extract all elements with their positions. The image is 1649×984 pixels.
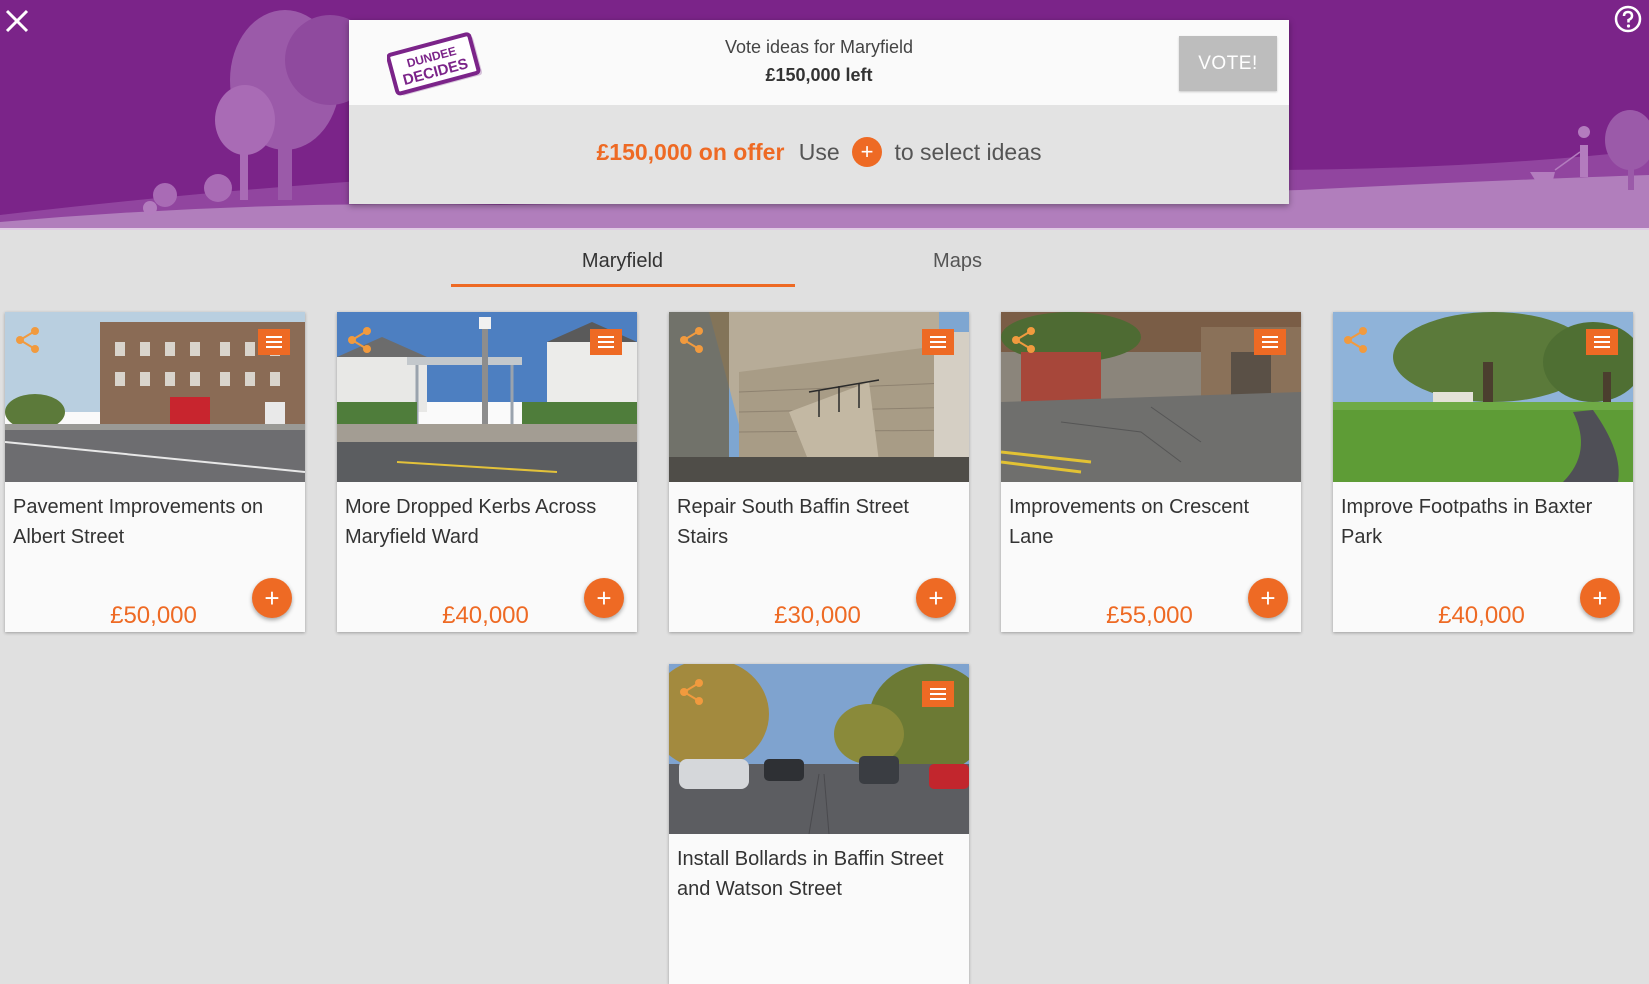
help-icon[interactable] [1613, 4, 1643, 34]
close-icon[interactable] [2, 6, 32, 36]
budget-panel: DUNDEE DECIDES Vote ideas for Maryfield … [349, 20, 1289, 204]
idea-card[interactable]: Repair South Baffin Street Stairs £30,00… [669, 312, 969, 632]
idea-card[interactable]: Pavement Improvements on Albert Street £… [5, 312, 305, 632]
plus-icon: + [852, 137, 883, 167]
idea-title: Repair South Baffin Street Stairs [677, 496, 909, 548]
offer-rest-text: to select ideas [894, 139, 1042, 166]
panel-title: Vote ideas for Maryfield [724, 37, 914, 57]
tab-maps[interactable]: Maps [795, 250, 1120, 273]
share-icon[interactable] [347, 326, 373, 354]
share-icon[interactable] [1343, 326, 1369, 354]
vote-button[interactable]: VOTE! [1179, 36, 1277, 91]
menu-icon[interactable] [1586, 329, 1618, 355]
share-icon[interactable] [15, 326, 41, 354]
share-icon[interactable] [679, 326, 705, 354]
offer-line: £150,000 on offer Use + to select ideas [349, 137, 1289, 169]
add-idea-button[interactable]: + [584, 578, 624, 618]
idea-title: More Dropped Kerbs Across Maryfield Ward [345, 496, 597, 548]
idea-card[interactable]: Improve Footpaths in Baxter Park £40,000… [1333, 312, 1633, 632]
menu-icon[interactable] [922, 329, 954, 355]
idea-card[interactable]: Improvements on Crescent Lane £55,000 + [1001, 312, 1301, 632]
active-tab-indicator [451, 284, 795, 287]
add-idea-button[interactable]: + [252, 578, 292, 618]
tab-bar: Maryfield Maps [450, 250, 1240, 290]
idea-title: Pavement Improvements on Albert Street [13, 496, 264, 548]
idea-title: Install Bollards in Baffin Street and Wa… [677, 848, 944, 900]
offer-amount: £150,000 on offer [596, 139, 785, 166]
budget-left: £150,000 left [765, 65, 873, 85]
panel-header: DUNDEE DECIDES Vote ideas for Maryfield … [349, 20, 1289, 105]
add-idea-button[interactable]: + [1580, 578, 1620, 618]
offer-use-text: Use [798, 139, 840, 166]
menu-icon[interactable] [590, 329, 622, 355]
menu-icon[interactable] [1254, 329, 1286, 355]
idea-card[interactable]: Install Bollards in Baffin Street and Wa… [669, 664, 969, 984]
share-icon[interactable] [679, 678, 705, 706]
tab-maryfield[interactable]: Maryfield [450, 250, 795, 273]
idea-title: Improvements on Crescent Lane [1009, 496, 1250, 548]
idea-title: Improve Footpaths in Baxter Park [1341, 496, 1593, 548]
menu-icon[interactable] [258, 329, 290, 355]
add-idea-button[interactable]: + [916, 578, 956, 618]
idea-card[interactable]: More Dropped Kerbs Across Maryfield Ward… [337, 312, 637, 632]
menu-icon[interactable] [922, 681, 954, 707]
add-idea-button[interactable]: + [1248, 578, 1288, 618]
share-icon[interactable] [1011, 326, 1037, 354]
